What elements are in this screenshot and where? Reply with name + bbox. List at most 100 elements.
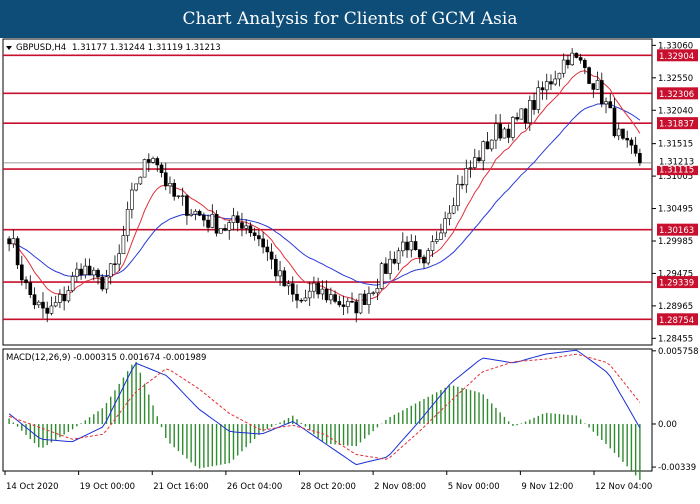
candle-body [460,183,464,186]
candle-body [481,141,486,162]
candle-body [583,59,587,68]
candle-body [36,301,41,306]
candle-body [134,183,138,191]
macd-axis-tick-label: 0.00 [658,420,677,430]
candle-body [307,290,312,299]
candle-body [197,210,202,216]
candle-body [604,101,608,105]
time-axis-label: 2 Nov 08:00 [374,482,426,492]
candle-body [117,253,121,265]
candle [218,228,223,234]
candle-body [527,100,532,124]
candle-body [515,117,519,120]
candle-body [24,279,28,284]
candle-body [608,101,613,109]
candle-body [350,301,354,303]
candle-body [257,235,261,240]
candle-body [320,288,325,295]
candle-body [66,290,71,302]
candle-body [62,293,66,302]
candle-body [532,100,536,110]
candle [358,293,363,315]
candle-body [566,59,570,66]
candle-body [113,263,117,265]
candle-body [430,241,435,251]
candle-body [413,241,418,251]
candle-body [316,282,320,295]
candle-body [252,232,257,236]
candle-body [299,299,304,302]
price-axis-tick-label: 1.28965 [658,302,693,312]
candle-body [384,263,388,274]
level-label: 1.32306 [659,90,694,100]
candle-body [599,80,604,105]
candle-body [633,144,638,154]
candle-body [375,288,380,294]
candle-body [451,205,456,214]
candle-body [41,301,45,309]
candle-body [32,294,37,306]
candle-body [70,276,75,291]
candle-body [396,250,401,264]
candle-body [638,153,642,164]
candle-body [519,108,524,120]
candle-body [53,302,58,307]
candle-body [494,123,498,141]
candle-body [489,139,494,150]
candle-body [49,305,54,314]
candle-body [587,67,591,84]
price-axis-tick-label: 1.29985 [658,237,693,247]
candle-body [163,172,168,187]
candle-body [278,270,282,277]
candle-body [155,158,160,166]
candle-body [180,195,185,197]
candle-body [570,52,574,66]
macd-axis-tick-label: 0.005758 [658,347,699,357]
candle-body [108,263,113,277]
candle-body [79,268,83,276]
candle-body [312,282,316,292]
candle-body [371,292,375,294]
candle-body [231,215,236,223]
candle-body [472,157,477,168]
candle-body [206,219,210,228]
candle-body [595,80,600,90]
candle-body [45,307,50,314]
candle [621,128,625,141]
candle-body [210,214,215,228]
candle-body [151,158,155,163]
candle-body [498,123,502,139]
time-axis-label: 9 Nov 12:00 [521,482,573,492]
candle-body [286,283,291,287]
candle-body [345,301,350,307]
time-axis-label: 28 Oct 20:00 [301,482,356,492]
candle-body [629,139,634,146]
candle-body [176,195,181,197]
candle-body [439,232,443,240]
candle-body [273,258,278,277]
candle-body [125,209,130,236]
candle-body [11,238,16,245]
candle-body [405,241,409,251]
candle-body [324,288,329,301]
candle-body [240,222,244,229]
candle-body [362,293,367,305]
candle-body [265,246,270,253]
current-price-tag: 1.31213 [659,157,694,167]
candle-body [87,265,92,276]
candle-body [142,159,147,178]
price-axis-tick-label: 1.28455 [658,334,693,344]
symbol-label: GBPUSD,H4 [16,43,66,53]
candle-body [540,87,545,91]
candle-body [138,176,143,185]
candle-body [185,195,189,216]
level-label: 1.28754 [659,316,694,326]
candle [214,210,219,237]
candle-body [612,107,617,137]
candle-body [422,256,426,264]
candle-body [417,249,422,258]
level-label: 1.32904 [659,52,694,62]
price-axis-tick-label: 1.32040 [658,106,693,116]
candle-body [409,241,414,251]
candle [426,248,431,266]
